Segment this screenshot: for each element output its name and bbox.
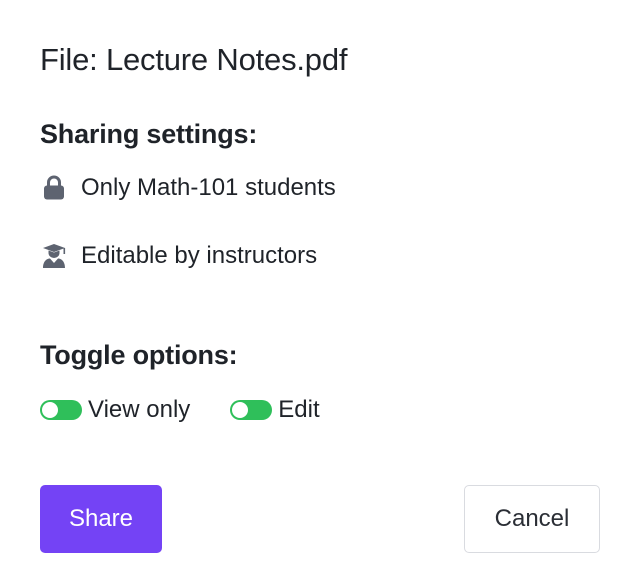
setting-label: Editable by instructors — [81, 242, 318, 269]
share-button[interactable]: Share — [40, 485, 162, 553]
setting-instructors-edit: Editable by instructors — [40, 240, 317, 272]
file-title: File: Lecture Notes.pdf — [40, 42, 348, 77]
share-dialog: File: Lecture Notes.pdf Sharing settings… — [0, 0, 641, 571]
toggle-options-heading: Toggle options: — [40, 340, 238, 370]
toggle-view-only[interactable]: View only — [40, 395, 190, 425]
lock-icon — [40, 174, 68, 202]
edit-switch[interactable] — [230, 400, 273, 420]
toggle-label: View only — [88, 396, 191, 423]
switch-knob — [42, 402, 58, 418]
toggle-label: Edit — [278, 396, 320, 423]
sharing-settings-heading: Sharing settings: — [40, 119, 258, 149]
toggle-edit[interactable]: Edit — [230, 395, 320, 425]
setting-label: Only Math-101 students — [81, 174, 336, 201]
instructor-icon — [40, 242, 68, 270]
cancel-button[interactable]: Cancel — [464, 485, 600, 553]
switch-knob — [232, 402, 249, 418]
setting-students-only: Only Math-101 students — [40, 172, 336, 204]
view-only-switch[interactable] — [40, 400, 82, 420]
toggle-group: View only Edit — [40, 394, 320, 426]
